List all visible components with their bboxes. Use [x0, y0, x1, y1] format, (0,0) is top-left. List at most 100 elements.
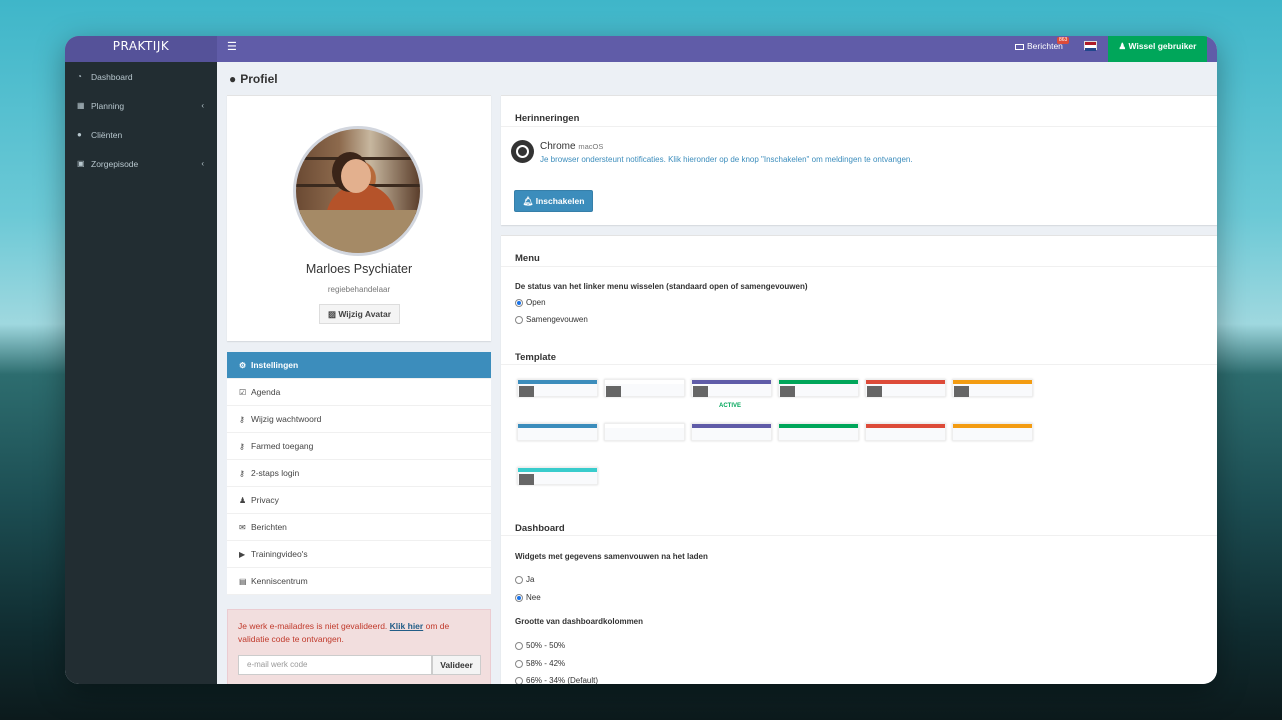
email-alert-text-before: Je werk e-mailadres is niet gevalideerd. — [238, 621, 388, 631]
skin-header-bar — [518, 468, 597, 472]
switch-user-button[interactable]: ♟ Wissel gebruiker — [1108, 36, 1207, 62]
chevron-left-icon: ‹ — [201, 101, 204, 110]
sidebar-item-zorgepisode[interactable]: ▣ Zorgepisode ‹ — [65, 149, 217, 178]
avatar — [293, 126, 423, 256]
calendar-check-icon: ☑ — [239, 387, 247, 397]
skin-header-bar — [605, 380, 684, 384]
widgets-option-ja[interactable]: Ja — [515, 575, 534, 584]
template-skin-option[interactable] — [778, 423, 859, 441]
divider — [501, 364, 1217, 365]
book-icon: ▤ — [239, 576, 247, 586]
skin-header-bar — [953, 424, 1032, 428]
skin-sidebar-preview — [693, 386, 708, 397]
browser-name: Chrome macOS — [540, 141, 603, 152]
key-icon: ⚷ — [239, 441, 245, 451]
reminders-card: Herinneringen Chrome macOS Je browser on… — [501, 95, 1217, 225]
email-validation-alert: Je werk e-mailadres is niet gevalideerd.… — [227, 609, 491, 684]
template-skin-option[interactable] — [865, 379, 946, 397]
divider — [501, 126, 1217, 127]
key-icon: ⚷ — [239, 414, 245, 424]
profile-menu-item-farmed[interactable]: ⚷ Farmed toegang — [227, 433, 491, 460]
skin-sidebar-preview — [867, 386, 882, 397]
skin-header-bar — [518, 380, 597, 384]
template-skin-option[interactable] — [691, 423, 772, 441]
reminders-title: Herinneringen — [515, 113, 580, 124]
settings-card: Menu De status van het linker menu wisse… — [501, 235, 1217, 684]
messages-button[interactable]: Berichten — [1015, 36, 1063, 62]
menu-option-collapsed[interactable]: Samengevouwen — [515, 315, 588, 324]
email-validation-link[interactable]: Klik hier — [390, 621, 424, 631]
enable-label: Inschakelen — [535, 196, 585, 206]
template-skin-option[interactable] — [778, 379, 859, 397]
top-navbar: PRAKTIJK ☰ Berichten 863 ♟ Wissel gebrui… — [65, 36, 1217, 62]
page-title-text: Profiel — [240, 72, 278, 86]
sidebar-item-clienten[interactable]: ● Cliënten — [65, 120, 217, 149]
messages-badge: 863 — [1057, 37, 1070, 44]
skin-header-bar — [866, 380, 945, 384]
menu-toggle-icon[interactable]: ☰ — [227, 40, 237, 53]
radio-unchecked[interactable] — [515, 641, 523, 650]
dashboard-section-title: Dashboard — [515, 523, 565, 534]
radio-checked[interactable] — [515, 298, 523, 307]
columns-question: Grootte van dashboardkolommen — [515, 617, 644, 626]
template-skin-option[interactable] — [517, 467, 598, 485]
menu-item-label: Trainingvideo's — [251, 549, 308, 559]
profile-menu-item-instellingen[interactable]: ⚙ Instellingen — [227, 352, 491, 379]
template-skin-option[interactable] — [604, 423, 685, 441]
sidebar: ◔ Dashboard ▦ Planning ‹ ● Cliënten ▣ Zo… — [65, 62, 217, 684]
template-skin-option[interactable] — [604, 379, 685, 397]
bell-icon: 🔔︎ — [522, 196, 536, 206]
skin-sidebar-preview — [519, 474, 534, 485]
widgets-option-nee[interactable]: Nee — [515, 593, 541, 602]
sidebar-item-label: Planning — [91, 100, 125, 111]
template-skin-option[interactable] — [517, 423, 598, 441]
profile-menu-item-agenda[interactable]: ☑ Agenda — [227, 379, 491, 406]
enable-notifications-button[interactable]: 🔔︎ Inschakelen — [514, 190, 593, 212]
radio-label: 66% - 34% (Default) — [526, 676, 599, 684]
profile-menu-item-berichten[interactable]: ✉ Berichten — [227, 514, 491, 541]
radio-checked[interactable] — [515, 593, 523, 602]
skin-header-bar — [518, 424, 597, 428]
skin-sidebar-preview — [780, 386, 795, 397]
email-alert-text: Je werk e-mailadres is niet gevalideerd.… — [238, 620, 480, 646]
profile-menu-item-privacy[interactable]: ♟ Privacy — [227, 487, 491, 514]
radio-label: Ja — [526, 575, 535, 584]
radio-label: Samengevouwen — [526, 315, 588, 324]
main-content: ● Profiel Marloes Psychiater regiebehande… — [217, 62, 1217, 684]
work-email-code-input[interactable]: e-mail werk code — [238, 655, 432, 675]
user-secret-icon: ♟ — [1118, 41, 1129, 51]
user-secret-icon: ♟ — [239, 495, 247, 505]
sidebar-item-dashboard[interactable]: ◔ Dashboard — [65, 62, 217, 91]
radio-unchecked[interactable] — [515, 315, 523, 324]
template-skin-option[interactable] — [865, 423, 946, 441]
menu-option-open[interactable]: Open — [515, 298, 546, 307]
radio-unchecked[interactable] — [515, 575, 523, 584]
profile-menu-item-2fa[interactable]: ⚷ 2-staps login — [227, 460, 491, 487]
menu-status-question: De status van het linker menu wisselen (… — [515, 282, 808, 291]
template-skin-option[interactable] — [517, 379, 598, 397]
sidebar-item-planning[interactable]: ▦ Planning ‹ — [65, 91, 217, 120]
skin-header-bar — [953, 380, 1032, 384]
sidebar-item-label: Zorgepisode — [91, 158, 139, 169]
columns-option-58[interactable]: 58% - 42% — [515, 659, 565, 668]
validate-button[interactable]: Valideer — [432, 655, 481, 675]
language-flag-icon[interactable] — [1084, 41, 1097, 51]
profile-menu-item-kenniscentrum[interactable]: ▤ Kenniscentrum — [227, 568, 491, 595]
change-avatar-button[interactable]: ▨ Wijzig Avatar — [319, 304, 400, 324]
app-logo[interactable]: PRAKTIJK — [65, 36, 217, 62]
profile-menu-item-trainingvideos[interactable]: ▶ Trainingvideo's — [227, 541, 491, 568]
browser-name-text: Chrome — [540, 141, 576, 152]
radio-label: 58% - 42% — [526, 659, 566, 668]
key-icon: ⚷ — [239, 468, 245, 478]
page-title: ● Profiel — [229, 72, 278, 86]
chrome-icon — [511, 140, 534, 163]
radio-unchecked[interactable] — [515, 676, 523, 684]
template-skin-option[interactable] — [691, 379, 772, 397]
profile-menu-item-wachtwoord[interactable]: ⚷ Wijzig wachtwoord — [227, 406, 491, 433]
columns-option-66[interactable]: 66% - 34% (Default) — [515, 676, 598, 684]
radio-unchecked[interactable] — [515, 659, 523, 668]
profile-card: Marloes Psychiater regiebehandelaar ▨ Wi… — [227, 95, 491, 341]
template-skin-option[interactable] — [952, 423, 1033, 441]
template-skin-option[interactable] — [952, 379, 1033, 397]
columns-option-50[interactable]: 50% - 50% — [515, 641, 565, 650]
